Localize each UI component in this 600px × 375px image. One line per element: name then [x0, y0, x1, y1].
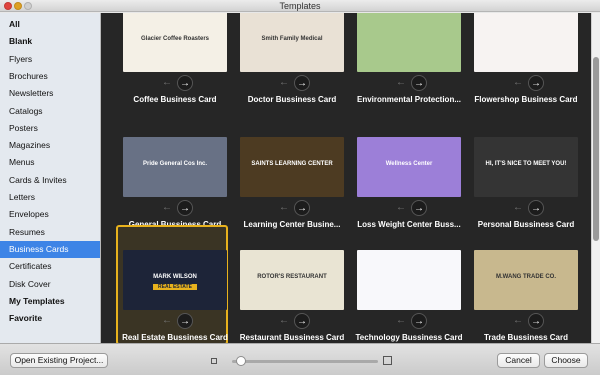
open-existing-project-button[interactable]: Open Existing Project... [10, 353, 108, 368]
template-thumbnail[interactable]: Pride General Cos Inc. [123, 137, 227, 197]
template-thumbnail[interactable] [357, 250, 461, 310]
card-text: M.WANG TRADE CO. [496, 274, 556, 280]
template-label: Real Estate Bussiness Card [122, 333, 228, 342]
card-text: Wellness Center [385, 161, 433, 167]
previous-arrow-icon[interactable]: ← [276, 313, 292, 329]
template-label: Flowershop Business Card [474, 95, 578, 104]
sidebar-item-catalogs[interactable]: Catalogs [0, 103, 100, 120]
footer-bar: Open Existing Project... Cancel Choose [0, 343, 600, 375]
sidebar-item-brochures[interactable]: Brochures [0, 68, 100, 85]
card-text: HI, IT'S NICE TO MEET YOU! [485, 161, 567, 167]
sidebar-item-envelopes[interactable]: Envelopes [0, 206, 100, 223]
next-arrow-icon[interactable]: → [294, 313, 310, 329]
previous-arrow-icon[interactable]: ← [393, 313, 409, 329]
template-label: Technology Bussiness Card [355, 333, 463, 342]
template-label: Personal Bussiness Card [477, 220, 575, 229]
sidebar-item-posters[interactable]: Posters [0, 120, 100, 137]
template-label: Restaurant Bussiness Card [239, 333, 345, 342]
sidebar-item-favorite[interactable]: Favorite [0, 310, 100, 327]
choose-button[interactable]: Choose [544, 353, 588, 368]
next-arrow-icon[interactable]: → [177, 200, 193, 216]
template-thumbnail[interactable]: HI, IT'S NICE TO MEET YOU! [474, 137, 578, 197]
next-arrow-icon[interactable]: → [411, 313, 427, 329]
template-thumbnail[interactable]: Wellness Center [357, 137, 461, 197]
title-bar: Templates [0, 0, 600, 12]
sidebar-item-magazines[interactable]: Magazines [0, 137, 100, 154]
template-label: Learning Center Busine... [243, 220, 341, 229]
template-label: Coffee Business Card [133, 95, 217, 104]
large-thumbnail-icon[interactable] [383, 356, 392, 365]
next-arrow-icon[interactable]: → [294, 200, 310, 216]
template-thumbnail[interactable]: SAINTS LEARNING CENTER [240, 137, 344, 197]
sidebar-item-resumes[interactable]: Resumes [0, 224, 100, 241]
previous-arrow-icon[interactable]: ← [159, 75, 175, 91]
card-text: Pride General Cos Inc. [142, 161, 208, 167]
templates-window: Templates All Blank Flyers Brochures Newslet… [0, 0, 600, 375]
template-label: Environmental Protection... [356, 95, 461, 104]
template-thumbnail[interactable]: ROTOR'S RESTAURANT [240, 250, 344, 310]
previous-arrow-icon[interactable]: ← [510, 75, 526, 91]
next-arrow-icon[interactable]: → [528, 200, 544, 216]
previous-arrow-icon[interactable]: ← [159, 313, 175, 329]
cancel-button[interactable]: Cancel [497, 353, 540, 368]
sidebar-item-all[interactable]: All [0, 16, 100, 33]
next-arrow-icon[interactable]: → [177, 313, 193, 329]
next-arrow-icon[interactable]: → [528, 75, 544, 91]
slider-knob[interactable] [236, 356, 247, 366]
sidebar-item-letters[interactable]: Letters [0, 189, 100, 206]
sidebar-item-certificates[interactable]: Certificates [0, 258, 100, 275]
previous-arrow-icon[interactable]: ← [159, 200, 175, 216]
sidebar-item-newsletters[interactable]: Newsletters [0, 85, 100, 102]
previous-arrow-icon[interactable]: ← [393, 75, 409, 91]
next-arrow-icon[interactable]: → [411, 75, 427, 91]
template-thumbnail[interactable]: Smith Family Medical [240, 13, 344, 72]
next-arrow-icon[interactable]: → [294, 75, 310, 91]
card-text: Glacier Coffee Roasters [140, 36, 210, 42]
template-thumbnail[interactable]: MARK WILSON REAL ESTATE [123, 250, 227, 310]
sidebar-item-flyers[interactable]: Flyers [0, 51, 100, 68]
scrollbar-thumb[interactable] [593, 57, 599, 241]
card-text: SAINTS LEARNING CENTER [251, 161, 333, 167]
category-sidebar: All Blank Flyers Brochures Newsletters Catalo… [0, 13, 101, 343]
sidebar-item-business-cards[interactable]: Business Cards [0, 240, 100, 258]
template-grid: Glacier Coffee Roasters ← → Coffee Business… [101, 13, 591, 343]
window-title: Templates [279, 1, 321, 11]
template-label: Doctor Bussiness Card [247, 95, 337, 104]
previous-arrow-icon[interactable]: ← [510, 313, 526, 329]
template-thumbnail[interactable] [474, 13, 578, 72]
next-arrow-icon[interactable]: → [411, 200, 427, 216]
sidebar-item-disk-cover[interactable]: Disk Cover [0, 276, 100, 293]
next-arrow-icon[interactable]: → [528, 313, 544, 329]
previous-arrow-icon[interactable]: ← [276, 200, 292, 216]
sidebar-item-menus[interactable]: Menus [0, 154, 100, 171]
template-thumbnail[interactable] [357, 13, 461, 72]
sidebar-item-my-templates[interactable]: My Templates [0, 293, 100, 310]
grid-scrollbar[interactable] [591, 13, 600, 343]
next-arrow-icon[interactable]: → [177, 75, 193, 91]
template-thumbnail[interactable]: M.WANG TRADE CO. [474, 250, 578, 310]
sidebar-item-cards-invites[interactable]: Cards & Invites [0, 172, 100, 189]
card-text: Smith Family Medical [261, 36, 323, 42]
template-label: Trade Bussiness Card [483, 333, 569, 342]
template-label: Loss Weight Center Buss... [357, 220, 461, 229]
previous-arrow-icon[interactable]: ← [393, 200, 409, 216]
small-thumbnail-icon[interactable] [211, 358, 217, 364]
card-text: ROTOR'S RESTAURANT [257, 274, 327, 280]
sidebar-item-blank[interactable]: Blank [0, 33, 100, 50]
card-subtext: REAL ESTATE [153, 284, 197, 290]
previous-arrow-icon[interactable]: ← [510, 200, 526, 216]
card-text: MARK WILSON [153, 274, 197, 280]
thumbnail-size-slider[interactable] [232, 360, 378, 363]
template-thumbnail[interactable]: Glacier Coffee Roasters [123, 13, 227, 72]
previous-arrow-icon[interactable]: ← [276, 75, 292, 91]
